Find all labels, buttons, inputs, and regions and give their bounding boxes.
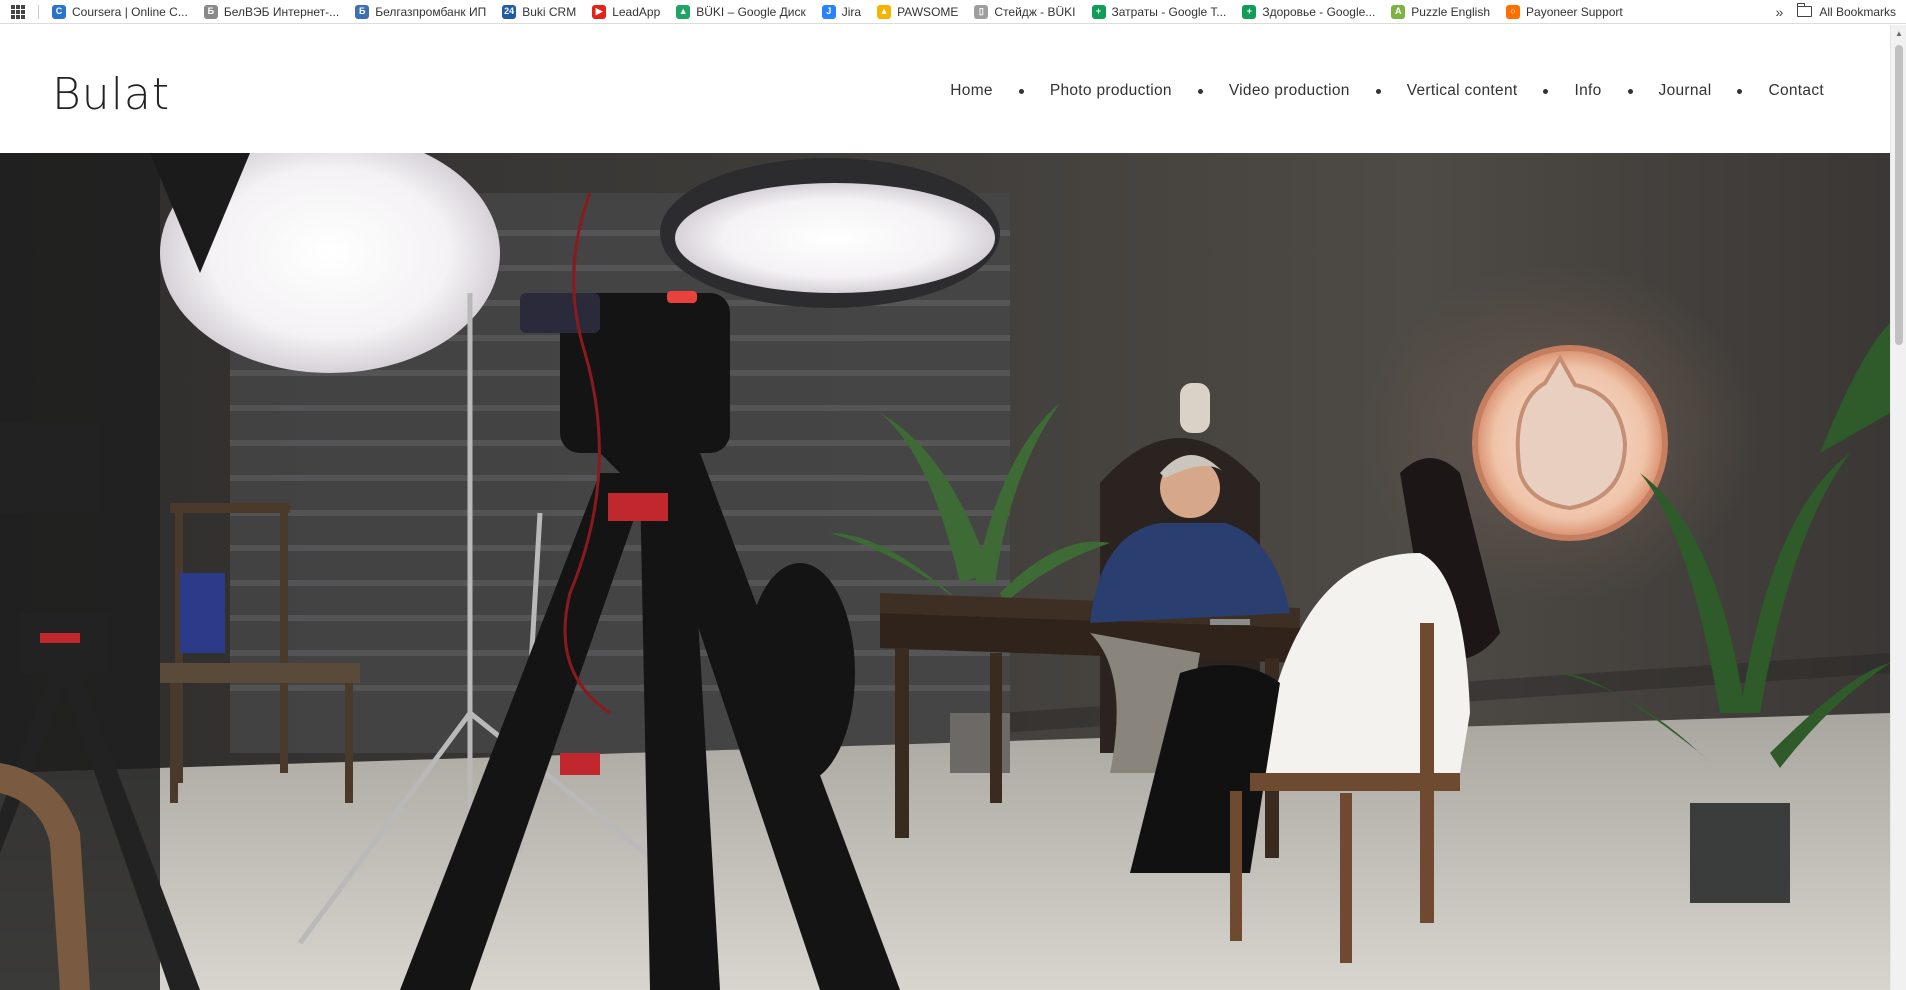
folder-icon (1796, 3, 1813, 17)
bookmark-label: LeadApp (612, 4, 661, 19)
bookmark-label: Puzzle English (1411, 4, 1491, 19)
bookmark-item[interactable]: Б Белгазпромбанк ИП (348, 0, 495, 23)
puzzle-english-icon: A (1391, 4, 1406, 19)
belveb-icon: Б (203, 4, 218, 19)
nav-separator-dot (1627, 88, 1633, 94)
bookmark-label: БелВЭБ Интернет-... (223, 4, 340, 19)
bookmark-label: Jira (841, 4, 862, 19)
bookmark-item[interactable]: + Здоровье - Google... (1235, 0, 1384, 23)
bookmark-item[interactable]: ○ Payoneer Support (1499, 0, 1632, 23)
bookmark-label: Payoneer Support (1526, 4, 1623, 19)
apps-grid-icon[interactable] (0, 0, 36, 23)
page-scrollbar[interactable]: ▲ (1890, 25, 1906, 990)
bookmark-label: Стейдж - BÜKI (994, 4, 1076, 19)
bookmark-item[interactable]: + Затраты - Google T... (1085, 0, 1236, 23)
bookmarks-list: C Coursera | Online C... Б БелВЭБ Интернет-… (45, 0, 1632, 23)
nav-link-contact[interactable]: Contact (1768, 82, 1824, 100)
studio-photo (0, 153, 1890, 990)
all-bookmarks-button[interactable]: All Bookmarks (1796, 3, 1906, 19)
nav-separator-dot (1197, 88, 1203, 94)
more-bookmarks-chevron-icon[interactable]: » (1766, 4, 1798, 20)
coursera-icon: C (52, 4, 66, 19)
bookmark-label: Белгазпромбанк ИП (375, 4, 487, 19)
nav-separator-dot (1375, 88, 1381, 94)
all-bookmarks-label: All Bookmarks (1819, 4, 1896, 19)
nav-separator-dot (1543, 88, 1549, 94)
site-header: Bulat Home Photo production Video producti… (0, 25, 1890, 153)
nav-link-photo-production[interactable]: Photo production (1050, 82, 1172, 100)
payoneer-icon: ○ (1506, 4, 1521, 19)
bookmark-item[interactable]: J Jira (815, 0, 870, 23)
bookmarks-bar: C Coursera | Online C... Б БелВЭБ Интернет-… (0, 0, 1906, 24)
bookmark-item[interactable]: C Coursera | Online C... (45, 0, 197, 23)
google-drive-icon: ▲ (877, 4, 892, 19)
bookmark-item[interactable]: A Puzzle English (1384, 0, 1499, 23)
nav-link-journal[interactable]: Journal (1659, 82, 1712, 100)
bookmark-item[interactable]: Б БелВЭБ Интернет-... (197, 0, 348, 23)
bitrix24-icon: 24 (502, 4, 517, 19)
nav-link-home[interactable]: Home (950, 82, 993, 100)
bookmark-label: Buki CRM (522, 4, 577, 19)
bookmark-label: BÜKI – Google Диск (696, 4, 806, 19)
bookmark-label: Coursera | Online C... (72, 4, 188, 19)
google-drive-icon: ▲ (676, 4, 691, 19)
bookmark-item[interactable]: ▶ LeadApp (585, 0, 669, 23)
bookmark-item[interactable]: ▲ PAWSOME (870, 0, 967, 23)
site-logo[interactable]: Bulat (52, 69, 170, 120)
google-sheets-icon: + (1091, 4, 1106, 19)
bookmark-item[interactable]: ▯ Стейдж - BÜKI (967, 0, 1084, 23)
bookmark-label: Затраты - Google T... (1111, 4, 1227, 19)
nav-link-video-production[interactable]: Video production (1229, 82, 1350, 100)
bookmarks-divider (38, 4, 39, 19)
nav-separator-dot (1018, 88, 1024, 94)
bookmark-label: Здоровье - Google... (1262, 4, 1376, 19)
bookmark-item[interactable]: 24 Buki CRM (495, 0, 585, 23)
nav-separator-dot (1737, 88, 1743, 94)
nav-link-info[interactable]: Info (1574, 82, 1601, 100)
hero-image (0, 153, 1890, 990)
jira-icon: J (821, 4, 836, 19)
main-nav: Home Photo production Video production Vert… (950, 82, 1824, 100)
nav-link-vertical-content[interactable]: Vertical content (1407, 82, 1518, 100)
youtube-icon: ▶ (592, 4, 607, 19)
google-sheets-icon: + (1242, 4, 1257, 19)
document-icon: ▯ (974, 4, 989, 19)
scroll-up-arrow-icon[interactable]: ▲ (1891, 25, 1906, 41)
scrollbar-thumb[interactable] (1895, 45, 1903, 345)
bookmark-label: PAWSOME (897, 4, 959, 19)
belgazprombank-icon: Б (355, 4, 370, 19)
bookmark-item[interactable]: ▲ BÜKI – Google Диск (669, 0, 814, 23)
